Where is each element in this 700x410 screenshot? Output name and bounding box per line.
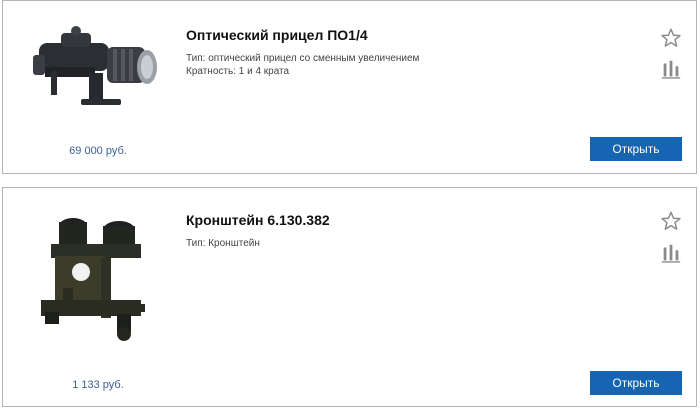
open-button[interactable]: Открыть [590, 371, 682, 395]
product-attribute: Тип: оптический прицел со сменным увелич… [186, 53, 420, 64]
product-image-bracket[interactable] [21, 208, 161, 348]
bar-chart-icon[interactable] [660, 58, 682, 80]
product-title[interactable]: Кронштейн 6.130.382 [186, 212, 330, 228]
star-icon[interactable] [660, 27, 682, 49]
bar-chart-icon[interactable] [660, 242, 682, 264]
product-price: 1 133 руб. [72, 379, 124, 391]
star-icon[interactable] [660, 210, 682, 232]
product-price: 69 000 руб. [69, 145, 127, 157]
product-title[interactable]: Оптический прицел ПО1/4 [186, 27, 368, 43]
product-attribute: Тип: Кронштейн [186, 238, 260, 249]
product-attribute: Кратность: 1 и 4 крата [186, 66, 290, 77]
product-image-scope[interactable] [21, 15, 171, 125]
product-card: 1 133 руб. Кронштейн 6.130.382 Тип: Крон… [2, 187, 697, 407]
product-card: 69 000 руб. Оптический прицел ПО1/4 Тип:… [2, 0, 697, 174]
open-button[interactable]: Открыть [590, 137, 682, 161]
